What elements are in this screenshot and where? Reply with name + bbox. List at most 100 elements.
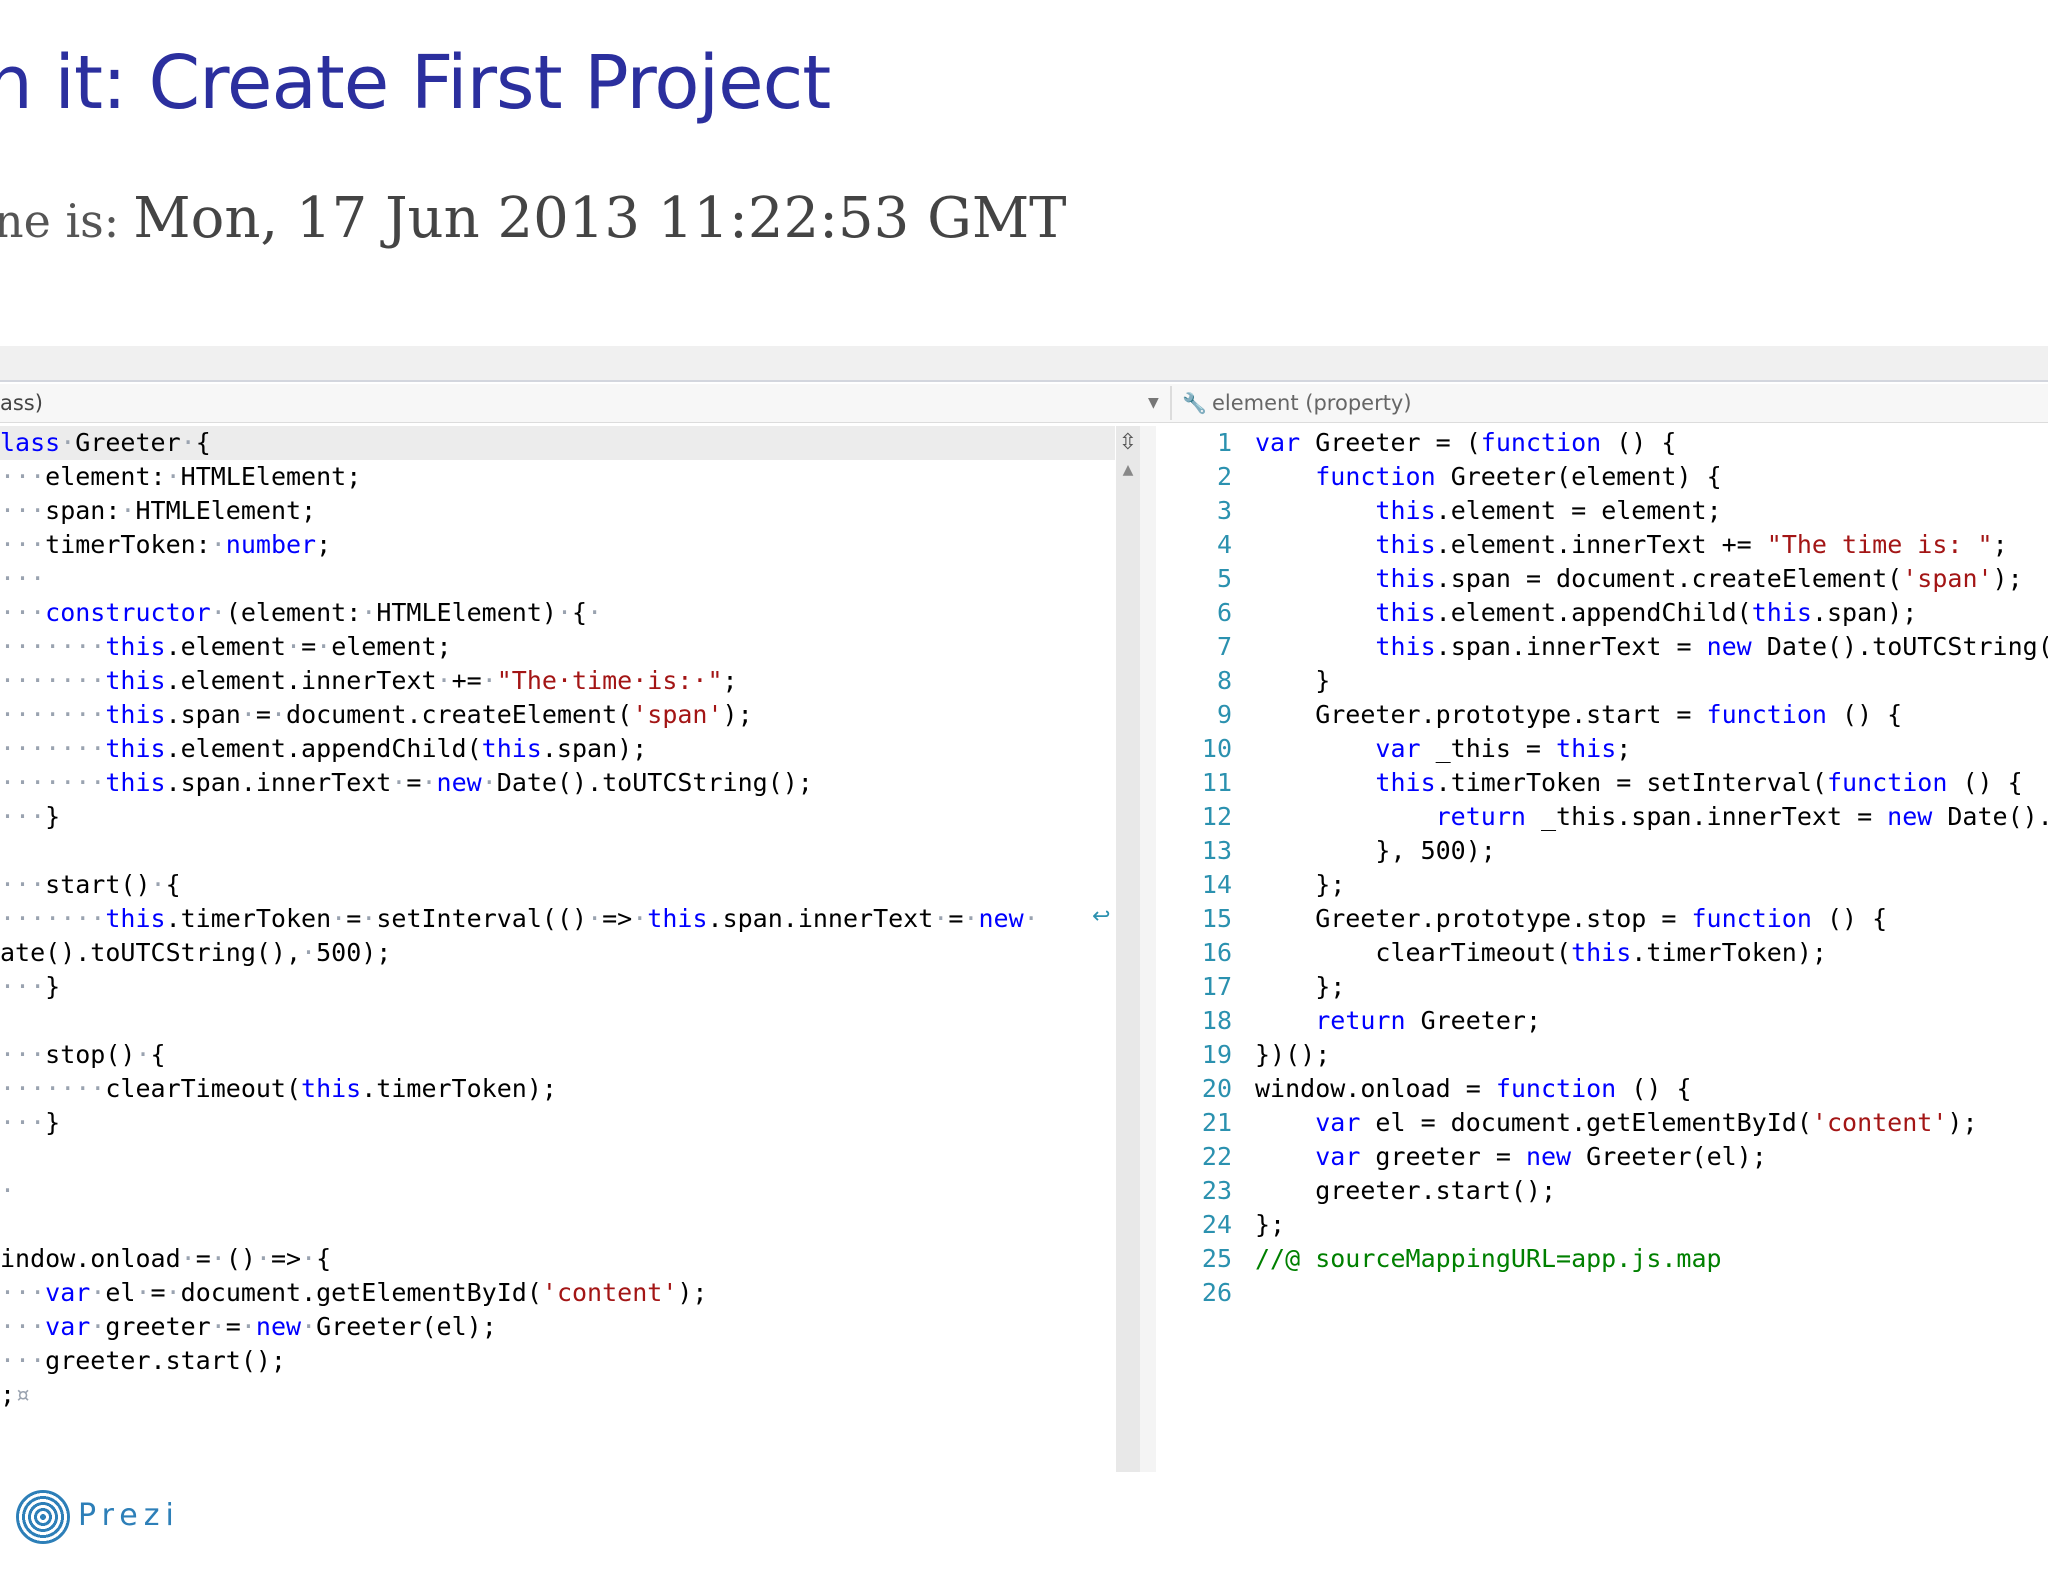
ts-code-line: ate().toUTCString(),·500); (0, 936, 1115, 970)
ts-code-line: ···var·greeter·=·new·Greeter(el); (0, 1310, 1115, 1344)
word-wrap-icon: ↩ (1092, 904, 1111, 929)
ts-code-line: ···} (0, 800, 1115, 834)
line-number: 4 (1216, 530, 1232, 559)
js-code-line: }; (1255, 868, 2048, 902)
type-dropdown[interactable]: ass) ▼ (0, 384, 1168, 422)
code-token: this (481, 734, 542, 763)
code-token: · (240, 1312, 256, 1341)
code-token: ······· (0, 666, 106, 695)
js-code-line: this.span = document.createElement('span… (1255, 562, 2048, 596)
ts-code-line: ···var·el·=·document.getElementById('con… (0, 1276, 1115, 1310)
scroll-up-arrow-icon[interactable]: ▲ (1116, 462, 1140, 482)
code-token: => (270, 1244, 302, 1273)
code-token: this (647, 904, 708, 933)
code-token: · (0, 1176, 16, 1205)
code-token: "The time is: " (1766, 530, 1993, 559)
code-token: ¤ (15, 1380, 31, 1409)
code-token: = (225, 1312, 241, 1341)
javascript-code-pane[interactable]: var Greeter = (function () { function Gr… (1255, 426, 2048, 1310)
code-token: var (1315, 1142, 1361, 1171)
js-code-line: window.onload = function () { (1255, 1072, 2048, 1106)
code-token: · (361, 598, 377, 627)
code-token: timerToken: (45, 530, 211, 559)
split-window-icon[interactable]: ⇳ (1116, 430, 1140, 456)
code-token: Greeter(element) { (1435, 462, 1722, 491)
member-dropdown-label: element (property) (1212, 391, 1412, 415)
code-token: clearTimeout( (105, 1074, 302, 1103)
line-number: 12 (1201, 802, 1232, 831)
code-token: · (255, 1244, 271, 1273)
code-token: el (105, 1278, 136, 1307)
line-number: 7 (1216, 632, 1232, 661)
code-token: } (45, 802, 61, 831)
dropdown-arrow-icon[interactable]: ▼ (1148, 384, 1159, 422)
js-code-line: this.element = element; (1255, 494, 2048, 528)
code-token: })(); (1255, 1040, 1331, 1069)
code-token: ··· (0, 802, 46, 831)
ts-code-line: ···element:·HTMLElement; (0, 460, 1115, 494)
line-number: 9 (1216, 700, 1232, 729)
code-token: ······· (0, 734, 106, 763)
line-number: 3 (1216, 496, 1232, 525)
code-token: .span = document.createElement( (1435, 564, 1903, 593)
code-token: window.onload = (1255, 1074, 1496, 1103)
member-dropdown[interactable]: 🔧 element (property) (1182, 384, 1412, 422)
code-token: Greeter; (1405, 1006, 1541, 1035)
line-number: 20 (1201, 1074, 1232, 1103)
code-token: this (1375, 530, 1436, 559)
line-number: 18 (1201, 1006, 1232, 1035)
code-token: Greeter (75, 428, 181, 457)
line-number: 23 (1201, 1176, 1232, 1205)
ts-code-line: ·······this.element.innerText·+=·"The·ti… (0, 664, 1115, 698)
code-token: · (587, 904, 603, 933)
ts-code-line: ···span:·HTMLElement; (0, 494, 1115, 528)
js-code-line: Greeter.prototype.start = function () { (1255, 698, 2048, 732)
code-token: ··· (0, 1278, 46, 1307)
code-token: }, 500); (1255, 836, 1496, 865)
code-token: (element: (225, 598, 362, 627)
code-token: { (165, 870, 181, 899)
js-code-line: }, 500); (1255, 834, 2048, 868)
js-code-line: return Greeter; (1255, 1004, 2048, 1038)
code-token: · (270, 700, 287, 729)
code-token: HTMLElement; (135, 496, 317, 525)
code-token: ······· (0, 904, 106, 933)
code-token: var (45, 1278, 91, 1307)
line-number: 14 (1201, 870, 1232, 899)
pane-splitter[interactable] (1140, 426, 1156, 1472)
code-token: "The·time·is:·" (496, 666, 723, 695)
typescript-code-pane[interactable]: lass·Greeter·{···element:·HTMLElement; ··… (0, 426, 1115, 1412)
code-token: this (1751, 598, 1812, 627)
code-token: · (135, 1040, 151, 1069)
code-token: = (406, 768, 422, 797)
code-token: => (602, 904, 633, 933)
code-token: new (255, 1312, 302, 1341)
code-token: { (316, 1244, 332, 1273)
code-token: .span.innerText (165, 768, 392, 797)
js-code-line: var Greeter = (function () { (1255, 426, 2048, 460)
js-code-line: this.element.innerText += "The time is: … (1255, 528, 2048, 562)
line-number: 25 (1201, 1244, 1232, 1273)
code-token: = (301, 632, 317, 661)
js-code-line: Greeter.prototype.stop = function () { (1255, 902, 2048, 936)
code-token: = (195, 1244, 211, 1273)
vertical-scrollbar[interactable] (1116, 426, 1140, 1472)
code-token: .element.innerText (165, 666, 437, 695)
code-token: · (90, 1312, 106, 1341)
js-code-line (1255, 1276, 2048, 1310)
ts-code-line (0, 1140, 1115, 1174)
code-token: var (1255, 428, 1301, 457)
code-token: · (316, 632, 332, 661)
ts-code-line: ···start()·{ (0, 868, 1115, 902)
code-token: ··· (0, 1040, 46, 1069)
code-token: ··· (0, 496, 46, 525)
code-token: = (346, 904, 362, 933)
js-code-line: return _this.span.innerText = new Date()… (1255, 800, 2048, 834)
code-token: · (210, 598, 226, 627)
line-number: 19 (1201, 1040, 1232, 1069)
code-token: greeter.start(); (1255, 1176, 1557, 1205)
line-number-gutter: 1 2 3 4 5 6 7 8 9 10 11 12 13 14 15 16 17 18 19 20 21 22 23 24 2… (1170, 426, 1232, 1310)
code-token: · (436, 666, 452, 695)
